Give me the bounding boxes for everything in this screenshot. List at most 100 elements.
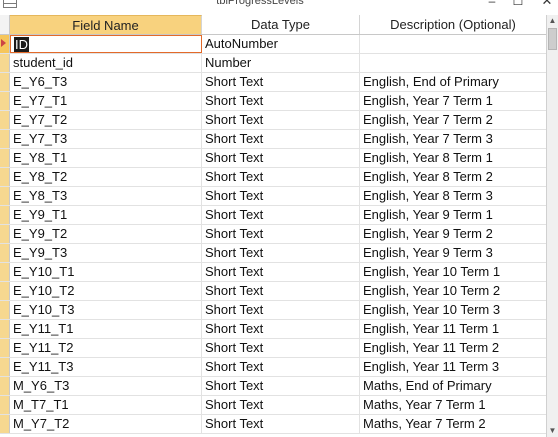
- table-row[interactable]: E_Y11_T2 Short Text English, Year 11 Term …: [0, 339, 546, 358]
- row-selector[interactable]: [0, 168, 10, 186]
- description-cell[interactable]: English, Year 10 Term 3: [360, 301, 546, 319]
- data-type-cell[interactable]: AutoNumber: [202, 35, 360, 53]
- data-type-cell[interactable]: Short Text: [202, 187, 360, 205]
- description-cell[interactable]: English, Year 7 Term 1: [360, 92, 546, 110]
- row-selector[interactable]: [0, 206, 10, 224]
- row-selector[interactable]: [0, 111, 10, 129]
- description-cell[interactable]: English, Year 7 Term 2: [360, 111, 546, 129]
- description-cell[interactable]: Maths, End of Primary: [360, 377, 546, 395]
- field-name-cell[interactable]: E_Y6_T3: [10, 73, 202, 91]
- table-row[interactable]: E_Y9_T3 Short Text English, Year 9 Term 3: [0, 244, 546, 263]
- row-selector[interactable]: [0, 415, 10, 433]
- row-selector[interactable]: [0, 54, 10, 72]
- description-cell[interactable]: English, Year 10 Term 1: [360, 263, 546, 281]
- column-header-data-type[interactable]: Data Type: [202, 15, 360, 34]
- row-selector[interactable]: [0, 301, 10, 319]
- description-cell[interactable]: Maths, Year 7 Term 1: [360, 396, 546, 414]
- data-type-cell[interactable]: Short Text: [202, 415, 360, 433]
- field-name-cell[interactable]: E_Y11_T1: [10, 320, 202, 338]
- field-name-cell[interactable]: student_id: [10, 54, 202, 72]
- data-type-cell[interactable]: Short Text: [202, 111, 360, 129]
- field-name-cell[interactable]: E_Y10_T1: [10, 263, 202, 281]
- table-row[interactable]: E_Y7_T3 Short Text English, Year 7 Term 3: [0, 130, 546, 149]
- data-type-cell[interactable]: Short Text: [202, 130, 360, 148]
- table-row[interactable]: E_Y8_T2 Short Text English, Year 8 Term 2: [0, 168, 546, 187]
- row-selector[interactable]: [0, 73, 10, 91]
- description-cell[interactable]: English, Year 8 Term 2: [360, 168, 546, 186]
- field-name-cell[interactable]: M_Y7_T2: [10, 415, 202, 433]
- row-selector[interactable]: [0, 244, 10, 262]
- description-cell[interactable]: English, Year 11 Term 2: [360, 339, 546, 357]
- description-cell[interactable]: English, Year 8 Term 1: [360, 149, 546, 167]
- vertical-scrollbar[interactable]: ▲ ▼: [546, 15, 558, 437]
- field-name-cell[interactable]: E_Y9_T2: [10, 225, 202, 243]
- field-name-cell[interactable]: E_Y8_T3: [10, 187, 202, 205]
- table-row[interactable]: E_Y9_T1 Short Text English, Year 9 Term 1: [0, 206, 546, 225]
- data-type-cell[interactable]: Short Text: [202, 377, 360, 395]
- minimize-button[interactable]: –: [482, 0, 502, 9]
- table-row[interactable]: ID AutoNumber: [0, 35, 546, 54]
- description-cell[interactable]: English, Year 10 Term 2: [360, 282, 546, 300]
- column-header-description[interactable]: Description (Optional): [360, 15, 546, 34]
- row-selector[interactable]: [0, 358, 10, 376]
- field-name-cell[interactable]: E_Y10_T2: [10, 282, 202, 300]
- description-cell[interactable]: English, Year 7 Term 3: [360, 130, 546, 148]
- description-cell[interactable]: English, Year 8 Term 3: [360, 187, 546, 205]
- field-name-cell[interactable]: E_Y11_T3: [10, 358, 202, 376]
- description-cell[interactable]: [360, 54, 546, 72]
- scroll-up-arrow-icon[interactable]: ▲: [547, 15, 558, 27]
- description-cell[interactable]: [360, 35, 546, 53]
- maximize-button[interactable]: ☐: [508, 0, 528, 9]
- data-type-cell[interactable]: Short Text: [202, 282, 360, 300]
- select-all-corner[interactable]: [0, 15, 10, 34]
- description-cell[interactable]: Maths, Year 7 Term 2: [360, 415, 546, 433]
- description-cell[interactable]: English, Year 9 Term 3: [360, 244, 546, 262]
- scroll-thumb[interactable]: [548, 28, 557, 50]
- data-type-cell[interactable]: Short Text: [202, 263, 360, 281]
- row-selector[interactable]: [0, 263, 10, 281]
- data-type-cell[interactable]: Short Text: [202, 301, 360, 319]
- row-selector[interactable]: [0, 377, 10, 395]
- row-selector[interactable]: [0, 282, 10, 300]
- field-name-cell[interactable]: E_Y9_T1: [10, 206, 202, 224]
- table-row[interactable]: E_Y10_T2 Short Text English, Year 10 Term …: [0, 282, 546, 301]
- table-row[interactable]: student_id Number: [0, 54, 546, 73]
- data-type-cell[interactable]: Short Text: [202, 92, 360, 110]
- table-row[interactable]: E_Y8_T3 Short Text English, Year 8 Term 3: [0, 187, 546, 206]
- data-type-cell[interactable]: Short Text: [202, 73, 360, 91]
- row-selector[interactable]: [0, 339, 10, 357]
- row-selector[interactable]: [0, 130, 10, 148]
- field-name-cell[interactable]: E_Y7_T2: [10, 111, 202, 129]
- close-button[interactable]: ✕: [537, 0, 557, 9]
- table-row[interactable]: E_Y10_T3 Short Text English, Year 10 Term …: [0, 301, 546, 320]
- data-type-cell[interactable]: Short Text: [202, 149, 360, 167]
- table-row[interactable]: M_Y6_T3 Short Text Maths, End of Primary: [0, 377, 546, 396]
- row-selector[interactable]: [0, 396, 10, 414]
- title-bar[interactable]: tblProgressLevels – ☐ ✕: [0, 0, 558, 10]
- field-name-cell[interactable]: E_Y9_T3: [10, 244, 202, 262]
- scroll-down-arrow-icon[interactable]: ▼: [547, 425, 558, 437]
- table-row[interactable]: E_Y8_T1 Short Text English, Year 8 Term 1: [0, 149, 546, 168]
- field-name-cell[interactable]: E_Y7_T3: [10, 130, 202, 148]
- field-name-cell[interactable]: E_Y10_T3: [10, 301, 202, 319]
- description-cell[interactable]: English, Year 11 Term 3: [360, 358, 546, 376]
- table-row[interactable]: E_Y9_T2 Short Text English, Year 9 Term 2: [0, 225, 546, 244]
- table-row[interactable]: E_Y10_T1 Short Text English, Year 10 Term …: [0, 263, 546, 282]
- table-row[interactable]: E_Y6_T3 Short Text English, End of Primary: [0, 73, 546, 92]
- data-type-cell[interactable]: Short Text: [202, 244, 360, 262]
- data-type-cell[interactable]: Short Text: [202, 168, 360, 186]
- data-type-cell[interactable]: Short Text: [202, 358, 360, 376]
- row-selector-current[interactable]: [0, 35, 10, 53]
- field-name-cell[interactable]: E_Y11_T2: [10, 339, 202, 357]
- table-row[interactable]: E_Y11_T1 Short Text English, Year 11 Term …: [0, 320, 546, 339]
- field-name-cell[interactable]: ID: [10, 35, 202, 53]
- field-name-cell[interactable]: M_Y6_T3: [10, 377, 202, 395]
- row-selector[interactable]: [0, 92, 10, 110]
- row-selector[interactable]: [0, 225, 10, 243]
- row-selector[interactable]: [0, 320, 10, 338]
- column-header-field-name[interactable]: Field Name: [10, 15, 202, 34]
- data-type-cell[interactable]: Short Text: [202, 339, 360, 357]
- description-cell[interactable]: English, Year 9 Term 2: [360, 225, 546, 243]
- description-cell[interactable]: English, Year 9 Term 1: [360, 206, 546, 224]
- table-row[interactable]: E_Y11_T3 Short Text English, Year 11 Term …: [0, 358, 546, 377]
